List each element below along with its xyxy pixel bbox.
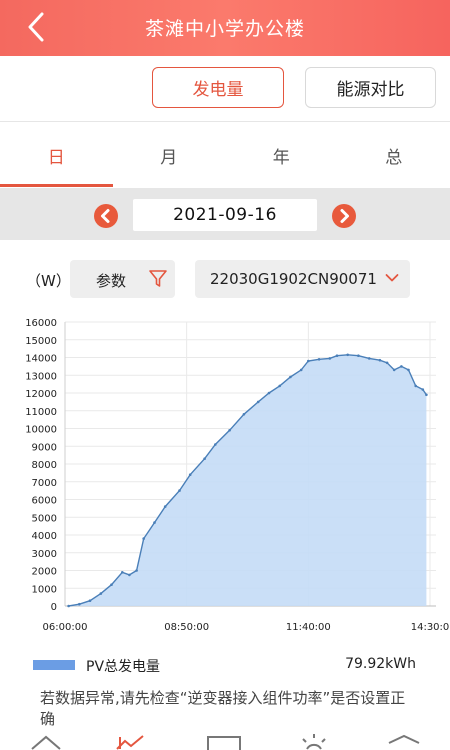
data-point xyxy=(425,393,428,397)
tab-year[interactable]: 年 xyxy=(225,124,338,187)
data-point xyxy=(346,353,350,357)
divider xyxy=(0,121,450,122)
data-point xyxy=(385,361,389,365)
data-point xyxy=(307,359,310,363)
data-warning-note: 若数据异常,请先检查“逆变器接入组件功率”是否设置正确 xyxy=(40,689,406,728)
tab-month[interactable]: 月 xyxy=(113,124,226,187)
y-tick-label: 7000 xyxy=(32,478,57,489)
device-serial: 22030G1902CN90071 xyxy=(210,270,377,288)
y-tick-label: 16000 xyxy=(25,318,57,329)
data-point xyxy=(228,429,231,432)
list-icon[interactable] xyxy=(206,733,242,750)
data-point xyxy=(421,388,425,391)
home-icon[interactable] xyxy=(30,733,62,750)
y-tick-label: 12000 xyxy=(25,389,57,400)
unit-label: （W） xyxy=(26,272,71,290)
data-point xyxy=(78,602,81,606)
data-point xyxy=(414,384,418,388)
data-point xyxy=(357,354,360,357)
data-point xyxy=(328,357,332,360)
data-point xyxy=(289,375,292,379)
data-point xyxy=(128,573,131,577)
y-tick-label: 5000 xyxy=(32,513,57,524)
y-tick-label: 3000 xyxy=(32,549,57,560)
data-point xyxy=(67,604,70,608)
data-point xyxy=(188,473,192,476)
layers-icon[interactable] xyxy=(387,733,421,750)
y-tick-label: 8000 xyxy=(32,460,57,471)
y-tick-label: 2000 xyxy=(32,567,57,578)
y-tick-label: 4000 xyxy=(32,531,57,542)
data-point xyxy=(242,413,246,416)
data-point xyxy=(278,384,282,388)
data-point xyxy=(407,368,410,372)
data-point xyxy=(153,521,156,524)
y-tick-label: 6000 xyxy=(32,496,57,507)
y-tick-label: 10000 xyxy=(25,425,57,436)
chevron-right-circle-icon xyxy=(340,209,349,223)
data-point xyxy=(392,368,396,372)
chevron-left-circle-icon xyxy=(101,209,110,223)
period-tabs: 日 月 年 总 xyxy=(0,124,450,187)
filter-icon xyxy=(149,270,167,287)
data-point xyxy=(367,357,371,360)
data-point xyxy=(378,358,382,362)
data-point xyxy=(203,457,206,460)
device-select[interactable]: 22030G1902CN90071 xyxy=(195,260,410,298)
x-tick-label: 06:00:00 xyxy=(43,622,88,633)
chart-legend: PV总发电量 79.92kWh xyxy=(33,656,433,676)
tab-total[interactable]: 总 xyxy=(338,124,450,187)
legend-series-name: PV总发电量 xyxy=(86,659,161,675)
data-point xyxy=(142,537,145,540)
x-tick-label: 11:40:00 xyxy=(286,622,331,633)
tab-day[interactable]: 日 xyxy=(0,124,113,187)
previous-date-button[interactable] xyxy=(94,204,118,228)
y-tick-label: 14000 xyxy=(25,354,57,365)
data-point xyxy=(317,358,321,361)
data-point xyxy=(121,571,124,574)
data-point xyxy=(214,443,217,446)
series-area xyxy=(68,354,427,606)
bottom-nav xyxy=(0,733,450,750)
next-date-button[interactable] xyxy=(332,204,356,228)
chart-icon[interactable] xyxy=(115,733,147,750)
y-tick-label: 11000 xyxy=(25,407,57,418)
legend-swatch xyxy=(33,660,75,670)
page-title: 茶滩中小学办公楼 xyxy=(144,18,305,40)
parameter-filter-button[interactable]: 参数 xyxy=(70,260,175,298)
data-point xyxy=(335,354,339,357)
bulb-icon[interactable] xyxy=(298,733,330,750)
power-chart: 0 1000 2000 3000 4000 5000 6000 7000 8000 9000 100… xyxy=(25,318,450,633)
data-point xyxy=(135,569,138,572)
date-display[interactable]: 2021-09-16 xyxy=(133,199,317,231)
power-generation-button[interactable]: 发电量 xyxy=(152,67,284,108)
parameter-label: 参数 xyxy=(96,272,127,290)
y-tick-label: 9000 xyxy=(32,442,57,453)
y-tick-label: 0 xyxy=(51,602,57,613)
y-tick-label: 13000 xyxy=(25,371,57,382)
y-tick-label: 15000 xyxy=(25,336,57,347)
data-point xyxy=(110,583,113,586)
data-point xyxy=(267,391,271,395)
data-point xyxy=(178,489,181,492)
data-point xyxy=(99,592,103,595)
chevron-down-icon xyxy=(385,274,399,282)
data-point xyxy=(400,365,403,368)
data-point xyxy=(163,505,167,508)
legend-total-value: 79.92kWh xyxy=(345,656,416,672)
energy-comparison-button[interactable]: 能源对比 xyxy=(305,67,436,108)
date-navigator: 2021-09-16 xyxy=(0,188,450,240)
app-header: 茶滩中小学办公楼 xyxy=(0,0,450,56)
x-tick-label: 14:30:0 xyxy=(411,622,450,633)
data-point xyxy=(88,599,92,602)
data-point xyxy=(256,400,260,404)
data-point xyxy=(299,368,303,372)
x-tick-label: 08:50:00 xyxy=(164,622,209,633)
y-tick-label: 1000 xyxy=(32,584,57,595)
